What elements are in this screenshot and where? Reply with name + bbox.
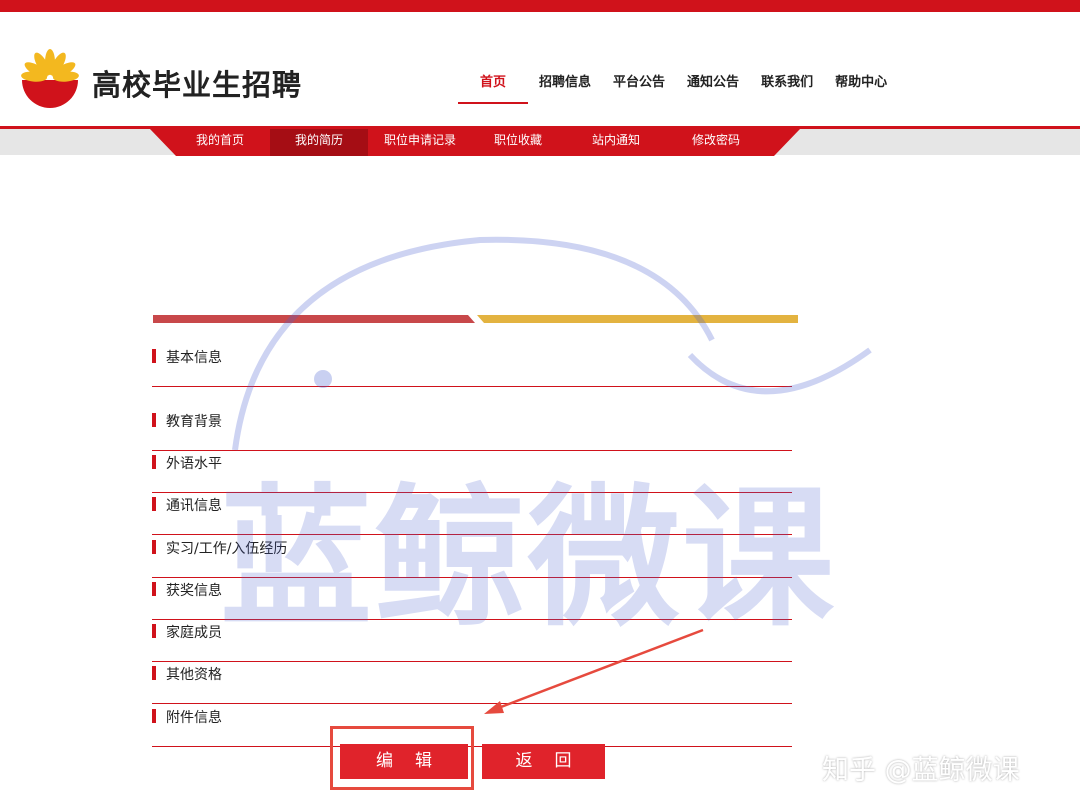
section-label: 附件信息 [166, 710, 222, 726]
top-nav-item-2[interactable]: 平台公告 [602, 72, 676, 102]
resume-section-2[interactable]: 外语水平 [152, 451, 792, 493]
sub-nav-item-0[interactable]: 我的首页 [180, 129, 260, 156]
section-marker [152, 413, 156, 427]
resume-section-7[interactable]: 其他资格 [152, 662, 792, 704]
section-label: 教育背景 [166, 414, 222, 430]
section-marker [152, 709, 156, 723]
section-marker [152, 624, 156, 638]
sub-nav-item-3[interactable]: 职位收藏 [472, 129, 564, 156]
resume-section-5[interactable]: 获奖信息 [152, 578, 792, 620]
section-marker [152, 540, 156, 554]
company-logo-icon [20, 48, 80, 108]
section-marker [152, 666, 156, 680]
resume-section-4[interactable]: 实习/工作/入伍经历 [152, 536, 792, 578]
section-marker [152, 455, 156, 469]
decorative-stripes [153, 315, 798, 323]
top-nav-item-3[interactable]: 通知公告 [676, 72, 750, 102]
top-nav-item-4[interactable]: 联系我们 [750, 72, 824, 102]
resume-section-0[interactable]: 基本信息 [152, 345, 792, 387]
sub-nav-item-2[interactable]: 职位申请记录 [370, 129, 470, 156]
top-red-bar [0, 0, 1080, 12]
resume-section-3[interactable]: 通讯信息 [152, 493, 792, 535]
section-label: 基本信息 [166, 350, 222, 366]
section-label: 获奖信息 [166, 583, 222, 599]
section-label: 外语水平 [166, 456, 222, 472]
site-title: 高校毕业生招聘 [92, 68, 303, 102]
section-label: 家庭成员 [166, 625, 222, 641]
sub-nav-item-1[interactable]: 我的简历 [270, 129, 368, 156]
sub-navigation: 我的首页 我的简历 职位申请记录 职位收藏 站内通知 修改密码 [150, 129, 800, 156]
back-button[interactable]: 返回 [482, 744, 605, 779]
resume-section-6[interactable]: 家庭成员 [152, 620, 792, 662]
section-marker [152, 582, 156, 596]
section-label: 其他资格 [166, 667, 222, 683]
resume-section-1[interactable]: 教育背景 [152, 409, 792, 451]
sub-nav-item-5[interactable]: 修改密码 [670, 129, 762, 156]
top-navigation: 首页 招聘信息 平台公告 通知公告 联系我们 帮助中心 [458, 72, 898, 104]
edit-button[interactable]: 编辑 [340, 744, 468, 779]
top-nav-item-0[interactable]: 首页 [458, 72, 529, 104]
section-label: 通讯信息 [166, 498, 222, 514]
zhihu-watermark: 知乎 @蓝鲸微课 [822, 755, 1020, 786]
sub-nav-item-4[interactable]: 站内通知 [570, 129, 662, 156]
site-header: 高校毕业生招聘 首页 招聘信息 平台公告 通知公告 联系我们 帮助中心 [0, 12, 1080, 128]
section-label: 实习/工作/入伍经历 [166, 541, 288, 557]
top-nav-item-1[interactable]: 招聘信息 [528, 72, 602, 102]
section-marker [152, 349, 156, 363]
section-marker [152, 497, 156, 511]
top-nav-item-5[interactable]: 帮助中心 [824, 72, 898, 102]
